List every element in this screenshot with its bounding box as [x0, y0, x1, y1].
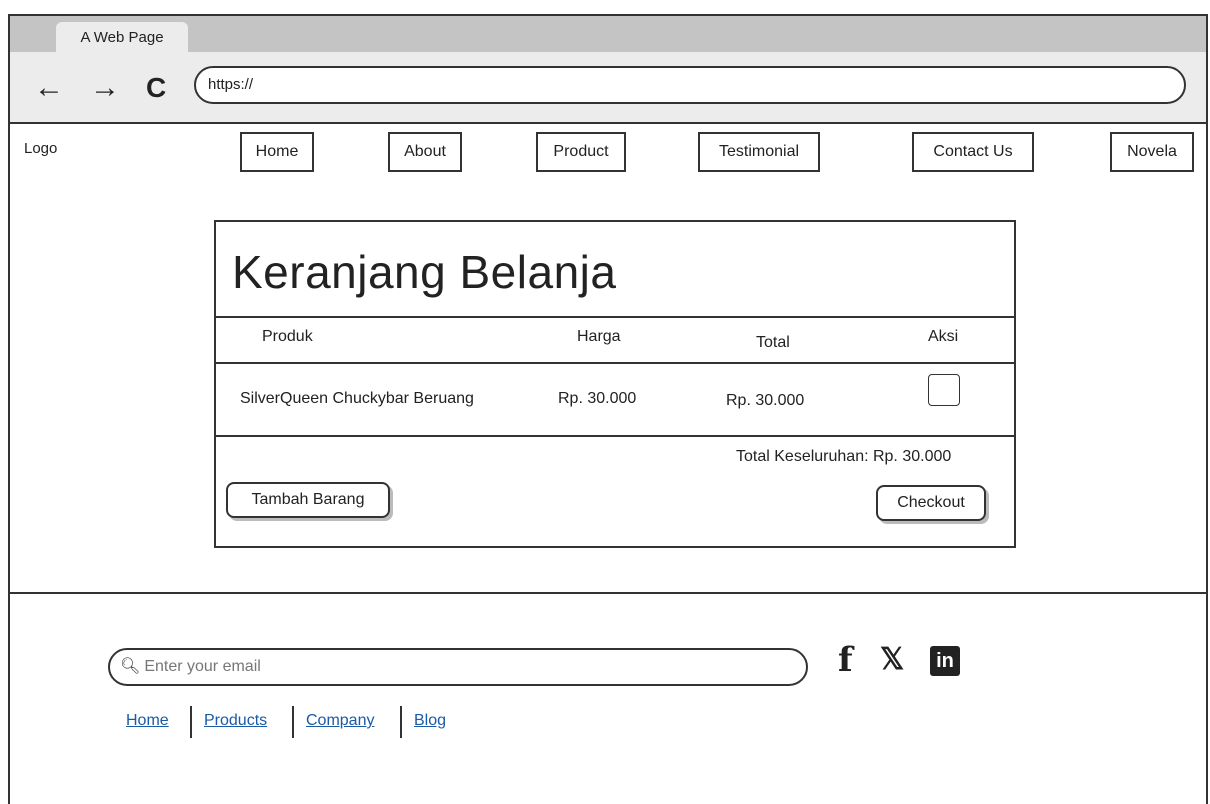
footer-link-home[interactable]: Home	[126, 712, 169, 730]
column-header-action: Aksi	[928, 328, 959, 345]
footer-link-blog[interactable]: Blog	[414, 712, 446, 730]
cart-item-action-checkbox[interactable]	[928, 374, 960, 406]
forward-arrow-icon[interactable]: →	[90, 70, 120, 106]
footer-divider	[8, 592, 1208, 594]
table-footer-divider	[214, 435, 1016, 437]
email-placeholder: Enter your email	[144, 658, 261, 675]
footer-link-separator	[190, 706, 192, 738]
nav-about-button[interactable]: About	[388, 132, 462, 172]
nav-product-button[interactable]: Product	[536, 132, 626, 172]
back-arrow-icon[interactable]: ←	[34, 70, 64, 106]
cart-item-price: Rp. 30.000	[558, 390, 637, 407]
cart-item-total: Rp. 30.000	[726, 392, 805, 409]
footer-link-separator	[400, 706, 402, 738]
nav-novela-button[interactable]: Novela	[1110, 132, 1194, 172]
column-header-total: Total	[756, 334, 790, 351]
column-header-product: Produk	[262, 328, 313, 345]
cart-item-product: SilverQueen Chuckybar Beruang	[240, 390, 474, 407]
reload-icon[interactable]: C	[146, 70, 166, 106]
email-input[interactable]: 🔍︎ Enter your email	[108, 648, 808, 686]
search-icon: 🔍︎	[120, 658, 141, 675]
x-icon[interactable]: 𝕏	[880, 640, 904, 680]
grand-total: Total Keseluruhan: Rp. 30.000	[736, 448, 952, 465]
url-input[interactable]: https://	[194, 66, 1186, 104]
checkout-button[interactable]: Checkout	[876, 485, 986, 521]
column-header-price: Harga	[577, 328, 621, 345]
nav-testimonial-button[interactable]: Testimonial	[698, 132, 820, 172]
browser-tab[interactable]: A Web Page	[56, 22, 188, 52]
facebook-icon[interactable]: f	[838, 640, 853, 680]
tab-bar	[10, 16, 1206, 52]
footer-link-products[interactable]: Products	[204, 712, 267, 730]
nav-contact-button[interactable]: Contact Us	[912, 132, 1034, 172]
footer-link-separator	[292, 706, 294, 738]
table-row-divider	[214, 362, 1016, 364]
nav-home-button[interactable]: Home	[240, 132, 314, 172]
cart-title: Keranjang Belanja	[232, 246, 617, 298]
logo: Logo	[24, 140, 58, 157]
footer-link-company[interactable]: Company	[306, 712, 374, 730]
table-header-divider	[214, 316, 1016, 318]
linkedin-icon[interactable]: in	[930, 646, 960, 676]
add-item-button[interactable]: Tambah Barang	[226, 482, 390, 518]
